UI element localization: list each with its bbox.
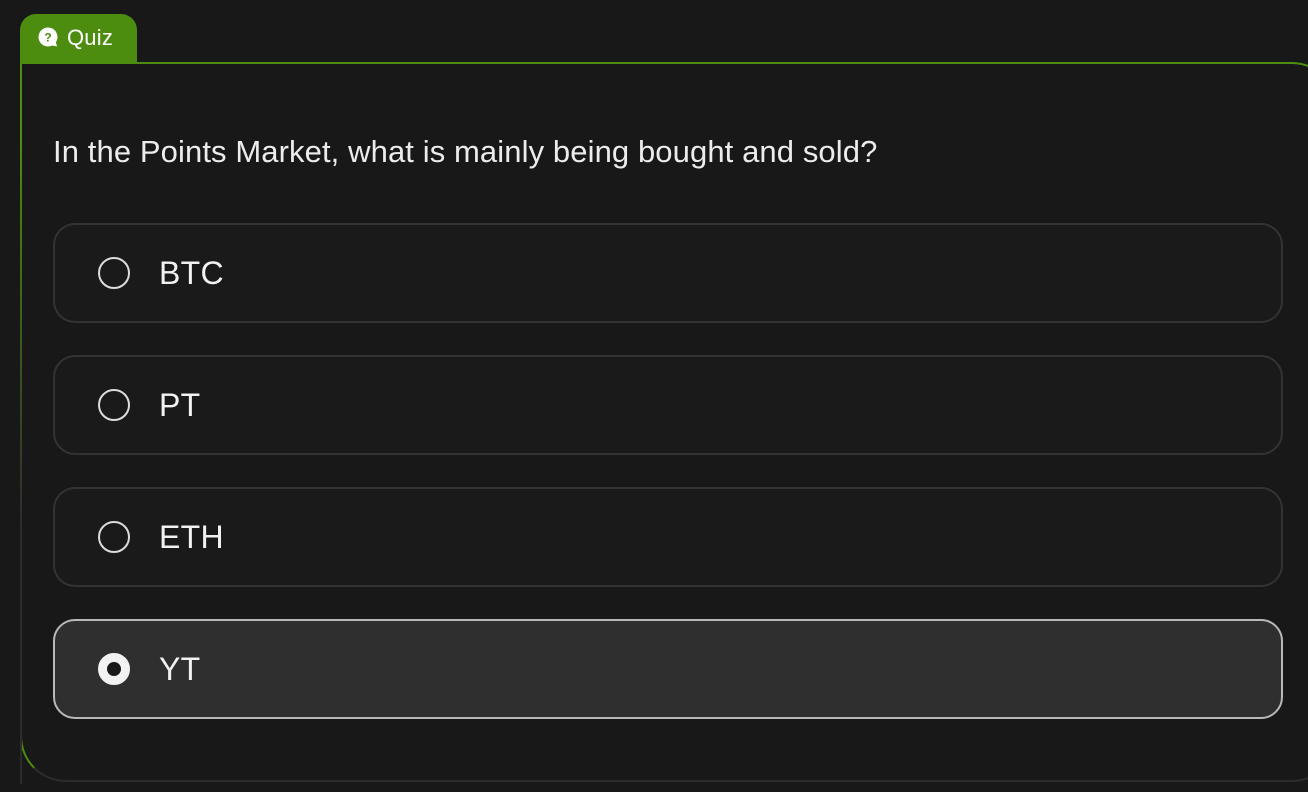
answer-option-label: ETH	[159, 519, 224, 555]
answer-option-label: BTC	[159, 255, 224, 291]
quiz-tab: ? Quiz	[20, 14, 137, 64]
question-bubble-icon: ?	[38, 27, 58, 47]
svg-text:?: ?	[44, 31, 51, 45]
answer-option-eth[interactable]: ETH	[53, 487, 1283, 587]
quiz-tab-label: Quiz	[67, 25, 114, 50]
quiz-question: In the Points Market, what is mainly bei…	[53, 134, 878, 169]
answer-option-pt[interactable]: PT	[53, 355, 1283, 455]
answer-option-label: YT	[159, 651, 201, 687]
answer-option-btc[interactable]: BTC	[53, 223, 1283, 323]
quiz-card: In the Points Market, what is mainly bei…	[20, 62, 1308, 784]
radio-button[interactable]	[98, 257, 130, 289]
quiz-page: ? Quiz In the Points Market, what is mai…	[0, 0, 1308, 792]
radio-button[interactable]	[98, 389, 130, 421]
radio-button[interactable]	[98, 521, 130, 553]
answer-option-label: PT	[159, 387, 201, 423]
radio-button[interactable]	[98, 653, 130, 685]
answer-option-yt[interactable]: YT	[53, 619, 1283, 719]
